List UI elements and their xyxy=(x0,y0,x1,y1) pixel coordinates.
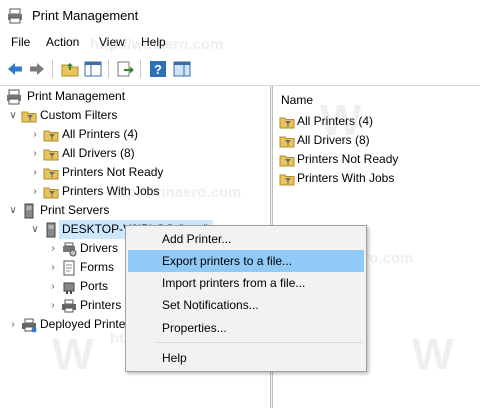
toolbar-separator xyxy=(140,60,141,78)
menu-item-label: Import printers from a file... xyxy=(162,276,306,290)
tree-label: Custom Filters xyxy=(40,108,118,122)
list-label: Printers Not Ready xyxy=(297,152,399,166)
menu-item-label: Properties... xyxy=(162,321,227,335)
tree-label: Printers xyxy=(80,298,122,312)
chevron-right-icon[interactable]: › xyxy=(30,163,40,182)
tree-label: Forms xyxy=(80,260,114,274)
column-header-name[interactable]: Name xyxy=(281,93,313,107)
filter-icon xyxy=(279,152,295,168)
tree-label: Ports xyxy=(80,279,109,293)
chevron-right-icon[interactable]: › xyxy=(30,144,40,163)
menu-item-help[interactable]: Help xyxy=(128,347,364,369)
forward-arrow-icon[interactable] xyxy=(27,59,47,79)
tree-label: All Drivers (8) xyxy=(62,146,135,160)
menu-item-add-printer[interactable]: Add Printer... xyxy=(128,228,364,250)
deployed-printers-icon xyxy=(21,317,37,333)
tree-item-printers-with-jobs[interactable]: › Printers With Jobs xyxy=(30,182,260,201)
ports-icon xyxy=(61,279,77,295)
tree-item-print-management[interactable]: Print Management xyxy=(3,87,263,106)
chevron-down-icon[interactable]: ∨ xyxy=(30,220,40,239)
menu-item-properties[interactable]: Properties... xyxy=(128,317,364,339)
title-bar: Print Management xyxy=(0,0,480,32)
server-icon xyxy=(21,203,37,219)
back-arrow-icon[interactable] xyxy=(5,59,25,79)
server-icon xyxy=(43,222,59,238)
print-management-icon xyxy=(6,89,22,105)
tree-label: Print Management xyxy=(27,89,126,103)
toolbar-separator xyxy=(108,60,109,78)
list-label: All Drivers (8) xyxy=(297,133,370,147)
filter-icon xyxy=(43,184,59,200)
toolbar: ? xyxy=(0,53,480,86)
tree-label: Deployed Printers xyxy=(40,317,136,331)
chevron-right-icon[interactable]: › xyxy=(48,239,58,258)
menu-item-label: Set Notifications... xyxy=(162,298,259,312)
tree-label: Printers Not Ready xyxy=(62,165,164,179)
chevron-right-icon[interactable]: › xyxy=(30,125,40,144)
tree-item-all-printers[interactable]: › All Printers (4) xyxy=(30,125,260,144)
chevron-right-icon[interactable]: › xyxy=(30,182,40,201)
tree-label: Drivers xyxy=(80,241,118,255)
menu-item-label: Help xyxy=(162,351,187,365)
help-icon[interactable]: ? xyxy=(148,59,168,79)
filter-icon xyxy=(43,146,59,162)
menu-item-label: Export printers to a file... xyxy=(162,254,293,268)
filter-icon xyxy=(279,171,295,187)
filter-icon xyxy=(43,165,59,181)
up-folder-icon[interactable] xyxy=(60,59,80,79)
properties-pane-icon[interactable] xyxy=(172,59,192,79)
chevron-right-icon[interactable]: › xyxy=(48,258,58,277)
svg-text:?: ? xyxy=(154,62,162,77)
tree-item-all-drivers[interactable]: › All Drivers (8) xyxy=(30,144,260,163)
chevron-down-icon[interactable]: ∨ xyxy=(8,201,18,220)
menu-action[interactable]: Action xyxy=(46,35,79,49)
printer-icon xyxy=(61,298,77,314)
tree-label: All Printers (4) xyxy=(62,127,139,141)
tree-item-printers-not-ready[interactable]: › Printers Not Ready xyxy=(30,163,260,182)
list-label: All Printers (4) xyxy=(297,114,374,128)
drivers-icon xyxy=(61,241,77,257)
menu-item-label: Add Printer... xyxy=(162,232,232,246)
filter-folder-icon xyxy=(21,108,37,124)
tree-label: Printers With Jobs xyxy=(62,184,160,198)
forms-icon xyxy=(61,260,77,276)
menu-view[interactable]: View xyxy=(99,35,125,49)
toolbar-separator xyxy=(52,60,53,78)
chevron-down-icon[interactable]: ∨ xyxy=(8,106,18,125)
window-title: Print Management xyxy=(32,8,139,23)
context-menu: Add Printer... Export printers to a file… xyxy=(125,225,367,372)
filter-icon xyxy=(279,133,295,149)
print-management-app-icon xyxy=(7,8,23,24)
filter-icon xyxy=(279,114,295,130)
tree-item-custom-filters[interactable]: ∨ Custom Filters xyxy=(8,106,258,125)
menu-bar: File Action View Help xyxy=(0,32,480,53)
menu-separator xyxy=(156,342,362,343)
menu-item-import-printers[interactable]: Import printers from a file... xyxy=(128,272,364,294)
export-list-icon[interactable] xyxy=(115,59,135,79)
chevron-right-icon[interactable]: › xyxy=(48,296,58,315)
menu-item-set-notifications[interactable]: Set Notifications... xyxy=(128,294,364,316)
list-label: Printers With Jobs xyxy=(297,171,395,185)
tree-item-print-servers[interactable]: ∨ Print Servers xyxy=(8,201,258,220)
show-hide-tree-icon[interactable] xyxy=(83,59,103,79)
menu-help[interactable]: Help xyxy=(141,35,166,49)
chevron-right-icon[interactable]: › xyxy=(48,277,58,296)
filter-icon xyxy=(43,127,59,143)
chevron-right-icon[interactable]: › xyxy=(8,315,18,334)
menu-item-export-printers[interactable]: Export printers to a file... xyxy=(128,250,364,272)
menu-file[interactable]: File xyxy=(11,35,30,49)
tree-label: Print Servers xyxy=(40,203,110,217)
